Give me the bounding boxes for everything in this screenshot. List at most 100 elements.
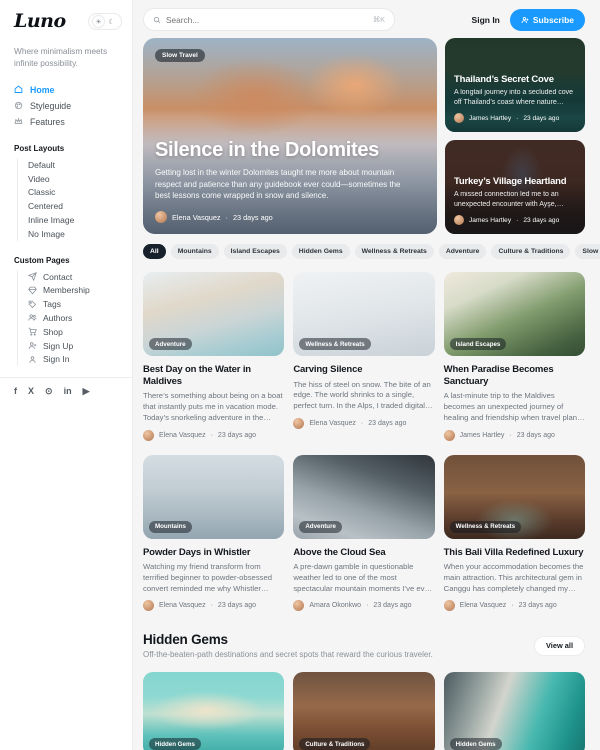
view-all-button[interactable]: View all xyxy=(534,636,585,656)
author-avatar[interactable] xyxy=(143,600,154,611)
x-icon[interactable]: X xyxy=(28,387,34,396)
sidebar-item-membership[interactable]: Membership xyxy=(28,283,122,297)
post-tag-badge[interactable]: Hidden Gems xyxy=(149,738,201,750)
filter-chip-all[interactable]: All xyxy=(143,244,166,259)
post-tag-badge[interactable]: Wellness & Retreats xyxy=(299,338,370,350)
filter-chip-mountains[interactable]: Mountains xyxy=(171,244,219,259)
filter-chip-adventure[interactable]: Adventure xyxy=(439,244,487,259)
author-avatar[interactable] xyxy=(454,215,464,225)
post-tag-badge[interactable]: Wellness & Retreats xyxy=(450,521,521,533)
sign-in-link[interactable]: Sign In xyxy=(472,15,500,25)
sidebar-item-inline-image[interactable]: Inline Image xyxy=(28,213,122,227)
subscribe-button[interactable]: Subscribe xyxy=(510,9,585,31)
post-card[interactable]: Wellness & Retreats Carving Silence The … xyxy=(293,272,434,441)
author-name[interactable]: James Hartley xyxy=(460,432,505,439)
author-name[interactable]: Elena Vasquez xyxy=(309,420,356,427)
sidebar-item-styleguide[interactable]: Styleguide xyxy=(14,99,122,113)
post-image[interactable]: Culture & Traditions xyxy=(293,672,434,750)
filter-chip-wellness-retreats[interactable]: Wellness & Retreats xyxy=(355,244,434,259)
sidebar-item-features[interactable]: Features xyxy=(14,115,122,129)
post-tag-badge[interactable]: Hidden Gems xyxy=(450,738,502,750)
author-name[interactable]: Elena Vasquez xyxy=(159,432,206,439)
sidebar-item-video[interactable]: Video xyxy=(28,172,122,186)
author-name[interactable]: Amara Okonkwo xyxy=(309,602,361,609)
post-card[interactable]: Hidden Gems xyxy=(143,672,284,750)
logo[interactable]: Luno xyxy=(14,10,66,32)
post-card[interactable]: Wellness & Retreats This Bali Villa Rede… xyxy=(444,455,585,612)
sidebar-item-shop[interactable]: Shop xyxy=(28,325,122,339)
sidebar-item-tags[interactable]: Tags xyxy=(28,297,122,311)
author-avatar[interactable] xyxy=(444,600,455,611)
post-date: 23 days ago xyxy=(523,115,559,122)
side-post-card[interactable]: Thailand’s Secret Cove A longtail journe… xyxy=(445,38,585,132)
sidebar-item-sign-up[interactable]: Sign Up xyxy=(28,339,122,353)
post-image[interactable]: Wellness & Retreats xyxy=(444,455,585,539)
hero-tag-badge[interactable]: Slow Travel xyxy=(155,49,205,62)
linkedin-icon[interactable]: in xyxy=(64,387,72,396)
post-card[interactable]: Mountains Powder Days in Whistler Watchi… xyxy=(143,455,284,612)
post-title[interactable]: This Bali Villa Redefined Luxury xyxy=(444,547,585,559)
post-card[interactable]: Adventure Above the Cloud Sea A pre-dawn… xyxy=(293,455,434,612)
post-title[interactable]: Above the Cloud Sea xyxy=(293,547,434,559)
post-image[interactable]: Hidden Gems xyxy=(143,672,284,750)
author-avatar[interactable] xyxy=(143,430,154,441)
post-tag-badge[interactable]: Mountains xyxy=(149,521,192,533)
author-name[interactable]: Elena Vasquez xyxy=(172,213,221,222)
sidebar-item-home[interactable]: Home xyxy=(14,83,122,97)
post-title[interactable]: Best Day on the Water in Maldives xyxy=(143,364,284,387)
post-image[interactable]: Adventure xyxy=(293,455,434,539)
post-tag-badge[interactable]: Island Escapes xyxy=(450,338,507,350)
youtube-icon[interactable]: ▶ xyxy=(83,387,90,396)
sun-icon[interactable]: ☀ xyxy=(93,16,104,27)
post-card[interactable]: Culture & Traditions xyxy=(293,672,434,750)
post-title[interactable]: When Paradise Becomes Sanctuary xyxy=(444,364,585,387)
sidebar-item-default[interactable]: Default xyxy=(28,158,122,172)
post-tag-badge[interactable]: Adventure xyxy=(149,338,192,350)
post-card[interactable]: Hidden Gems xyxy=(444,672,585,750)
author-name[interactable]: James Hartley xyxy=(469,115,511,122)
author-name[interactable]: James Hartley xyxy=(469,217,511,224)
post-title[interactable]: Turkey’s Village Heartland xyxy=(454,176,576,187)
post-tag-badge[interactable]: Adventure xyxy=(299,521,342,533)
sidebar-item-authors[interactable]: Authors xyxy=(28,311,122,325)
hero-excerpt: Getting lost in the winter Dolomites tau… xyxy=(155,167,414,202)
side-post-card[interactable]: Turkey’s Village Heartland A missed conn… xyxy=(445,140,585,234)
filter-chip-culture-traditions[interactable]: Culture & Traditions xyxy=(491,244,570,259)
hero-title[interactable]: Silence in the Dolomites xyxy=(155,139,425,162)
author-avatar[interactable] xyxy=(293,418,304,429)
post-image[interactable]: Hidden Gems xyxy=(444,672,585,750)
author-avatar[interactable] xyxy=(155,211,167,223)
sidebar-item-centered[interactable]: Centered xyxy=(28,199,122,213)
author-name[interactable]: Elena Vasquez xyxy=(460,602,507,609)
sidebar-item-no-image[interactable]: No Image xyxy=(28,227,122,241)
post-title[interactable]: Thailand’s Secret Cove xyxy=(454,74,576,85)
post-image[interactable]: Wellness & Retreats xyxy=(293,272,434,356)
post-title[interactable]: Powder Days in Whistler xyxy=(143,547,284,559)
post-image[interactable]: Island Escapes xyxy=(444,272,585,356)
author-avatar[interactable] xyxy=(293,600,304,611)
author-avatar[interactable] xyxy=(444,430,455,441)
author-avatar[interactable] xyxy=(454,113,464,123)
instagram-icon[interactable]: ⊙ xyxy=(45,387,53,396)
sidebar-item-contact[interactable]: Contact xyxy=(28,270,122,284)
sidebar-item-sign-in[interactable]: Sign In xyxy=(28,352,122,366)
post-image[interactable]: Adventure xyxy=(143,272,284,356)
filter-chip-hidden-gems[interactable]: Hidden Gems xyxy=(292,244,350,259)
filter-chip-island-escapes[interactable]: Island Escapes xyxy=(224,244,287,259)
facebook-icon[interactable]: f xyxy=(14,387,17,396)
theme-toggle[interactable]: ☀ ☾ xyxy=(88,13,122,30)
search-box[interactable]: ⌘K xyxy=(143,8,395,31)
social-links: f X ⊙ in ▶ xyxy=(14,378,122,405)
search-input[interactable] xyxy=(166,15,368,25)
moon-icon[interactable]: ☾ xyxy=(106,16,117,27)
author-name[interactable]: Elena Vasquez xyxy=(159,602,206,609)
post-title[interactable]: Carving Silence xyxy=(293,364,434,376)
filter-chip-slow-travel[interactable]: Slow Travel xyxy=(575,244,600,259)
post-card[interactable]: Island Escapes When Paradise Becomes San… xyxy=(444,272,585,441)
post-tag-badge[interactable]: Culture & Traditions xyxy=(299,738,370,750)
sidebar-item-classic[interactable]: Classic xyxy=(28,185,122,199)
page-label: Shop xyxy=(43,327,63,337)
post-image[interactable]: Mountains xyxy=(143,455,284,539)
hero-card[interactable]: Slow Travel Silence in the Dolomites Get… xyxy=(143,38,437,234)
post-card[interactable]: Adventure Best Day on the Water in Maldi… xyxy=(143,272,284,441)
